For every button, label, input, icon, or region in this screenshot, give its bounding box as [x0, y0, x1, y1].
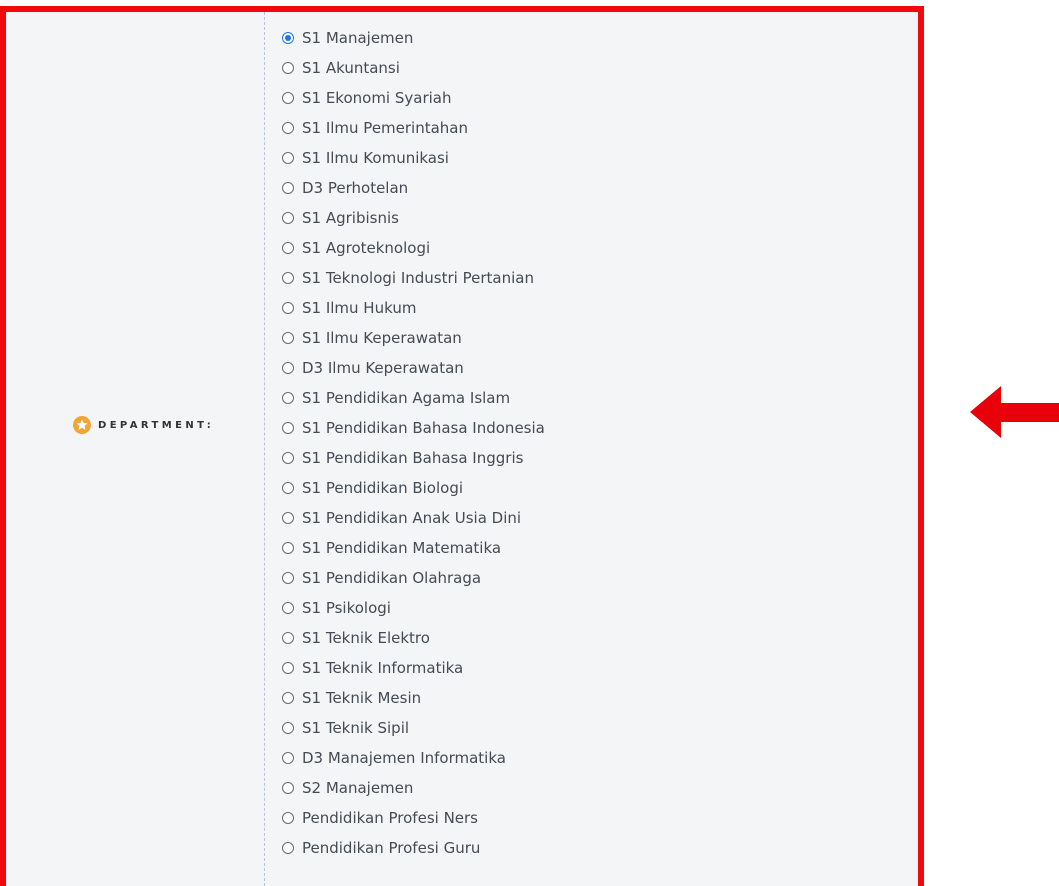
department-radio[interactable] [282, 812, 294, 824]
column-divider [264, 12, 265, 886]
department-option[interactable]: S1 Pendidikan Bahasa Inggris [282, 443, 545, 473]
department-option[interactable]: S1 Teknologi Industri Pertanian [282, 263, 545, 293]
department-option-label: S1 Psikologi [302, 599, 391, 617]
department-radio[interactable] [282, 782, 294, 794]
department-radio[interactable] [282, 62, 294, 74]
department-option[interactable]: S1 Pendidikan Olahraga [282, 563, 545, 593]
department-radio[interactable] [282, 92, 294, 104]
department-radio[interactable] [282, 362, 294, 374]
left-arrow-icon [970, 386, 1059, 438]
department-option-label: S1 Pendidikan Bahasa Inggris [302, 449, 524, 467]
department-option[interactable]: D3 Ilmu Keperawatan [282, 353, 545, 383]
department-option-label: S1 Ilmu Keperawatan [302, 329, 462, 347]
department-option[interactable]: S1 Teknik Informatika [282, 653, 545, 683]
department-option-label: D3 Perhotelan [302, 179, 409, 197]
department-option[interactable]: S2 Manajemen [282, 773, 545, 803]
department-option[interactable]: S1 Ilmu Komunikasi [282, 143, 545, 173]
department-radio[interactable] [282, 32, 294, 44]
department-radio[interactable] [282, 182, 294, 194]
department-option[interactable]: S1 Pendidikan Anak Usia Dini [282, 503, 545, 533]
department-option-label: S1 Pendidikan Matematika [302, 539, 502, 557]
department-option-label: S1 Teknik Informatika [302, 659, 464, 677]
department-option[interactable]: S1 Akuntansi [282, 53, 545, 83]
department-radio[interactable] [282, 662, 294, 674]
department-option[interactable]: S1 Teknik Sipil [282, 713, 545, 743]
department-option[interactable]: S1 Teknik Mesin [282, 683, 545, 713]
department-option-label: S1 Pendidikan Olahraga [302, 569, 482, 587]
department-radio[interactable] [282, 512, 294, 524]
department-option[interactable]: S1 Pendidikan Biologi [282, 473, 545, 503]
department-option[interactable]: D3 Perhotelan [282, 173, 545, 203]
star-circle-icon [73, 416, 91, 434]
department-option[interactable]: S1 Pendidikan Matematika [282, 533, 545, 563]
department-radio[interactable] [282, 602, 294, 614]
department-radio[interactable] [282, 122, 294, 134]
department-option-label: S1 Pendidikan Bahasa Indonesia [302, 419, 545, 437]
department-option-label: D3 Ilmu Keperawatan [302, 359, 464, 377]
department-option[interactable]: S1 Ilmu Hukum [282, 293, 545, 323]
department-radio[interactable] [282, 452, 294, 464]
department-radio[interactable] [282, 272, 294, 284]
department-radio[interactable] [282, 692, 294, 704]
department-option-label: Pendidikan Profesi Ners [302, 809, 479, 827]
department-option[interactable]: D3 Manajemen Informatika [282, 743, 545, 773]
department-radio[interactable] [282, 572, 294, 584]
department-radio[interactable] [282, 302, 294, 314]
department-label: DEPARTMENT: [73, 416, 214, 434]
department-option[interactable]: Pendidikan Profesi Guru [282, 833, 545, 863]
department-label-text: DEPARTMENT: [98, 419, 215, 431]
department-option-label: S1 Akuntansi [302, 59, 400, 77]
department-radio-group: S1 Manajemen S1 Akuntansi S1 Ekonomi Syari… [282, 23, 545, 863]
department-option[interactable]: S1 Agroteknologi [282, 233, 545, 263]
department-option-label: S1 Ilmu Komunikasi [302, 149, 449, 167]
department-option[interactable]: S1 Psikologi [282, 593, 545, 623]
department-option-label: S1 Teknik Elektro [302, 629, 430, 647]
department-option-label: S1 Pendidikan Biologi [302, 479, 464, 497]
department-option-label: S1 Ilmu Pemerintahan [302, 119, 469, 137]
department-radio[interactable] [282, 422, 294, 434]
department-form-highlight: DEPARTMENT: S1 Manajemen S1 Akuntansi S1 E… [0, 6, 924, 886]
department-radio[interactable] [282, 722, 294, 734]
department-label-cell: DEPARTMENT: [6, 12, 264, 886]
department-option[interactable]: S1 Ekonomi Syariah [282, 83, 545, 113]
department-radio[interactable] [282, 542, 294, 554]
department-option-label: S1 Ekonomi Syariah [302, 89, 452, 107]
department-radio[interactable] [282, 212, 294, 224]
department-radio[interactable] [282, 392, 294, 404]
department-option-label: S1 Teknik Sipil [302, 719, 410, 737]
department-option-label: S1 Manajemen [302, 29, 414, 47]
department-option-label: S1 Pendidikan Agama Islam [302, 389, 511, 407]
department-option[interactable]: S1 Agribisnis [282, 203, 545, 233]
department-radio[interactable] [282, 482, 294, 494]
department-option[interactable]: S1 Teknik Elektro [282, 623, 545, 653]
department-option-label: S2 Manajemen [302, 779, 414, 797]
department-radio[interactable] [282, 632, 294, 644]
department-option-label: S1 Pendidikan Anak Usia Dini [302, 509, 522, 527]
department-option-label: S1 Teknologi Industri Pertanian [302, 269, 534, 287]
department-radio[interactable] [282, 752, 294, 764]
department-option[interactable]: S1 Ilmu Keperawatan [282, 323, 545, 353]
department-option-label: Pendidikan Profesi Guru [302, 839, 481, 857]
department-option[interactable]: S1 Manajemen [282, 23, 545, 53]
department-option-label: S1 Teknik Mesin [302, 689, 422, 707]
department-option[interactable]: Pendidikan Profesi Ners [282, 803, 545, 833]
department-option-label: D3 Manajemen Informatika [302, 749, 506, 767]
department-radio[interactable] [282, 332, 294, 344]
department-option[interactable]: S1 Pendidikan Bahasa Indonesia [282, 413, 545, 443]
department-option-label: S1 Agribisnis [302, 209, 399, 227]
department-radio[interactable] [282, 152, 294, 164]
department-option-label: S1 Agroteknologi [302, 239, 431, 257]
department-radio[interactable] [282, 842, 294, 854]
department-option-label: S1 Ilmu Hukum [302, 299, 417, 317]
department-option[interactable]: S1 Pendidikan Agama Islam [282, 383, 545, 413]
department-radio[interactable] [282, 242, 294, 254]
department-option[interactable]: S1 Ilmu Pemerintahan [282, 113, 545, 143]
